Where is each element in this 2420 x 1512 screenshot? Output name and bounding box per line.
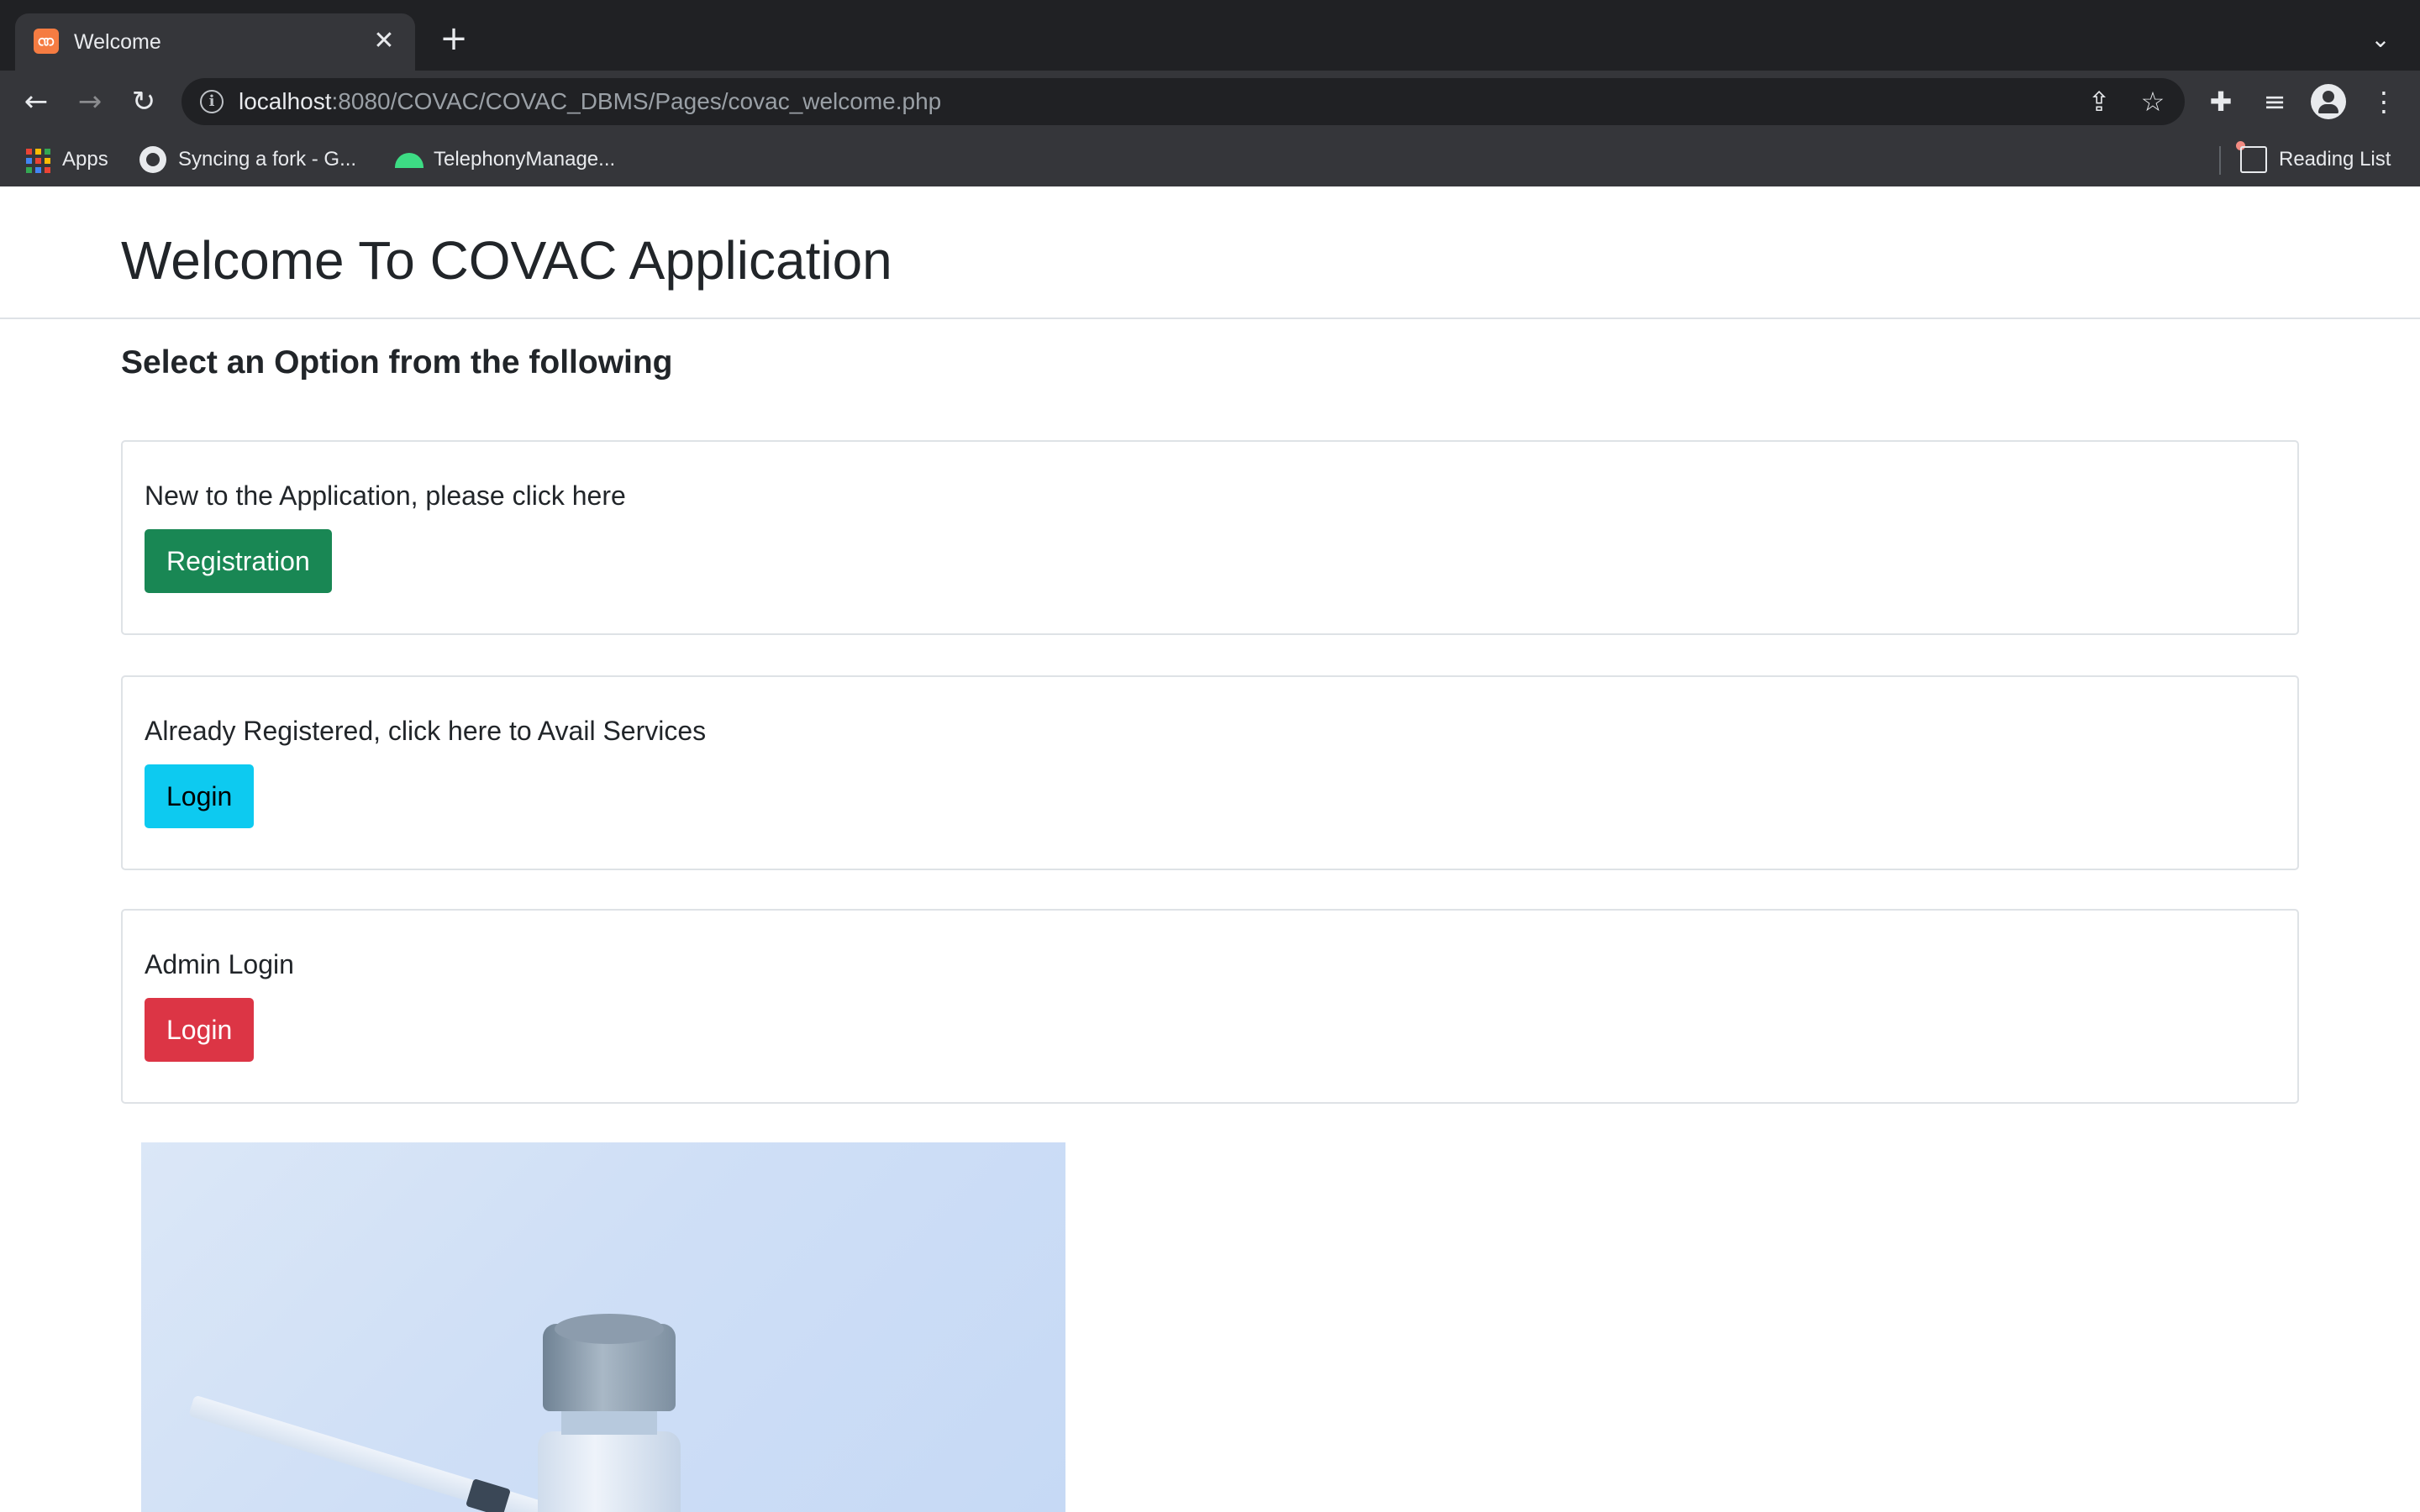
card-text: New to the Application, please click her… [145, 480, 626, 511]
url-text[interactable]: localhost:8080/COVAC/COVAC_DBMS/Pages/co… [239, 87, 941, 116]
tab-title: Welcome [74, 30, 161, 54]
browser-chrome: ဏ Welcome ✕ + ⌄ ← → ↻ i localhost:8080/C… [0, 0, 2420, 186]
page-content: Welcome To COVAC Application Select an O… [0, 186, 2420, 1512]
back-arrow-icon[interactable]: ← [17, 82, 55, 121]
reload-icon[interactable]: ↻ [124, 82, 163, 121]
user-login-button[interactable]: Login [145, 764, 255, 828]
bookmark-label: Syncing a fork - G... [178, 148, 357, 171]
apps-grid-icon [24, 146, 50, 173]
tab-welcome[interactable]: ဏ Welcome ✕ [15, 13, 415, 71]
new-tab-icon[interactable]: + [437, 22, 471, 55]
bookmark-label: Apps [62, 148, 108, 171]
bookmarks-bar: Apps Syncing a fork - G... TelephonyMana… [0, 133, 2420, 186]
media-queue-icon[interactable]: ≡ [2255, 82, 2294, 121]
page-title: Welcome To COVAC Application [121, 230, 892, 291]
reading-list-icon [2240, 146, 2267, 173]
reading-list-label: Reading List [2279, 148, 2391, 171]
toolbar: ← → ↻ i localhost:8080/COVAC/COVAC_DBMS/… [0, 71, 2420, 133]
vaccine-image [141, 1142, 1065, 1512]
admin-login-card: Admin Login Login [121, 909, 2299, 1104]
bookmark-label: TelephonyManage... [434, 148, 616, 171]
reading-list-button[interactable]: Reading List [2240, 143, 2391, 176]
close-icon[interactable]: ✕ [370, 27, 398, 55]
url-path: :8080/COVAC/COVAC_DBMS/Pages/covac_welco… [331, 88, 942, 114]
card-text: Already Registered, click here to Avail … [145, 716, 707, 746]
address-bar[interactable]: i localhost:8080/COVAC/COVAC_DBMS/Pages/… [182, 78, 2185, 125]
xampp-favicon-icon: ဏ [34, 29, 59, 54]
bookmark-syncing-fork[interactable]: Syncing a fork - G... [139, 143, 356, 176]
page-header: Welcome To COVAC Application [0, 186, 2420, 319]
forward-arrow-icon[interactable]: → [71, 82, 109, 121]
url-host: localhost [239, 88, 332, 114]
registration-card: New to the Application, please click her… [121, 440, 2299, 635]
info-icon[interactable]: i [200, 90, 224, 113]
github-icon [139, 146, 166, 173]
star-icon[interactable]: ☆ [2136, 85, 2170, 118]
vial-cap-top-shape [555, 1314, 664, 1344]
bookmark-apps[interactable]: Apps [24, 143, 108, 176]
chevron-down-icon[interactable]: ⌄ [2366, 25, 2395, 54]
card-text: Admin Login [145, 949, 294, 979]
registration-button[interactable]: Registration [145, 529, 332, 593]
tab-strip: ဏ Welcome ✕ + ⌄ [0, 0, 2420, 71]
user-login-card: Already Registered, click here to Avail … [121, 675, 2299, 870]
vial-neck-shape [561, 1410, 657, 1435]
bookmarks-divider [2219, 146, 2221, 175]
profile-avatar-icon[interactable] [2311, 84, 2346, 119]
page-subtitle: Select an Option from the following [121, 344, 673, 381]
menu-kebab-icon[interactable]: ⋮ [2365, 82, 2403, 121]
admin-login-button[interactable]: Login [145, 998, 255, 1062]
android-icon [395, 146, 424, 173]
extensions-icon[interactable]: ✚ [2202, 82, 2240, 121]
bookmark-telephony[interactable]: TelephonyManage... [395, 143, 615, 176]
vial-body-shape [538, 1431, 681, 1512]
syringe-band-shape [466, 1478, 511, 1512]
share-icon[interactable]: ⇪ [2082, 85, 2116, 118]
